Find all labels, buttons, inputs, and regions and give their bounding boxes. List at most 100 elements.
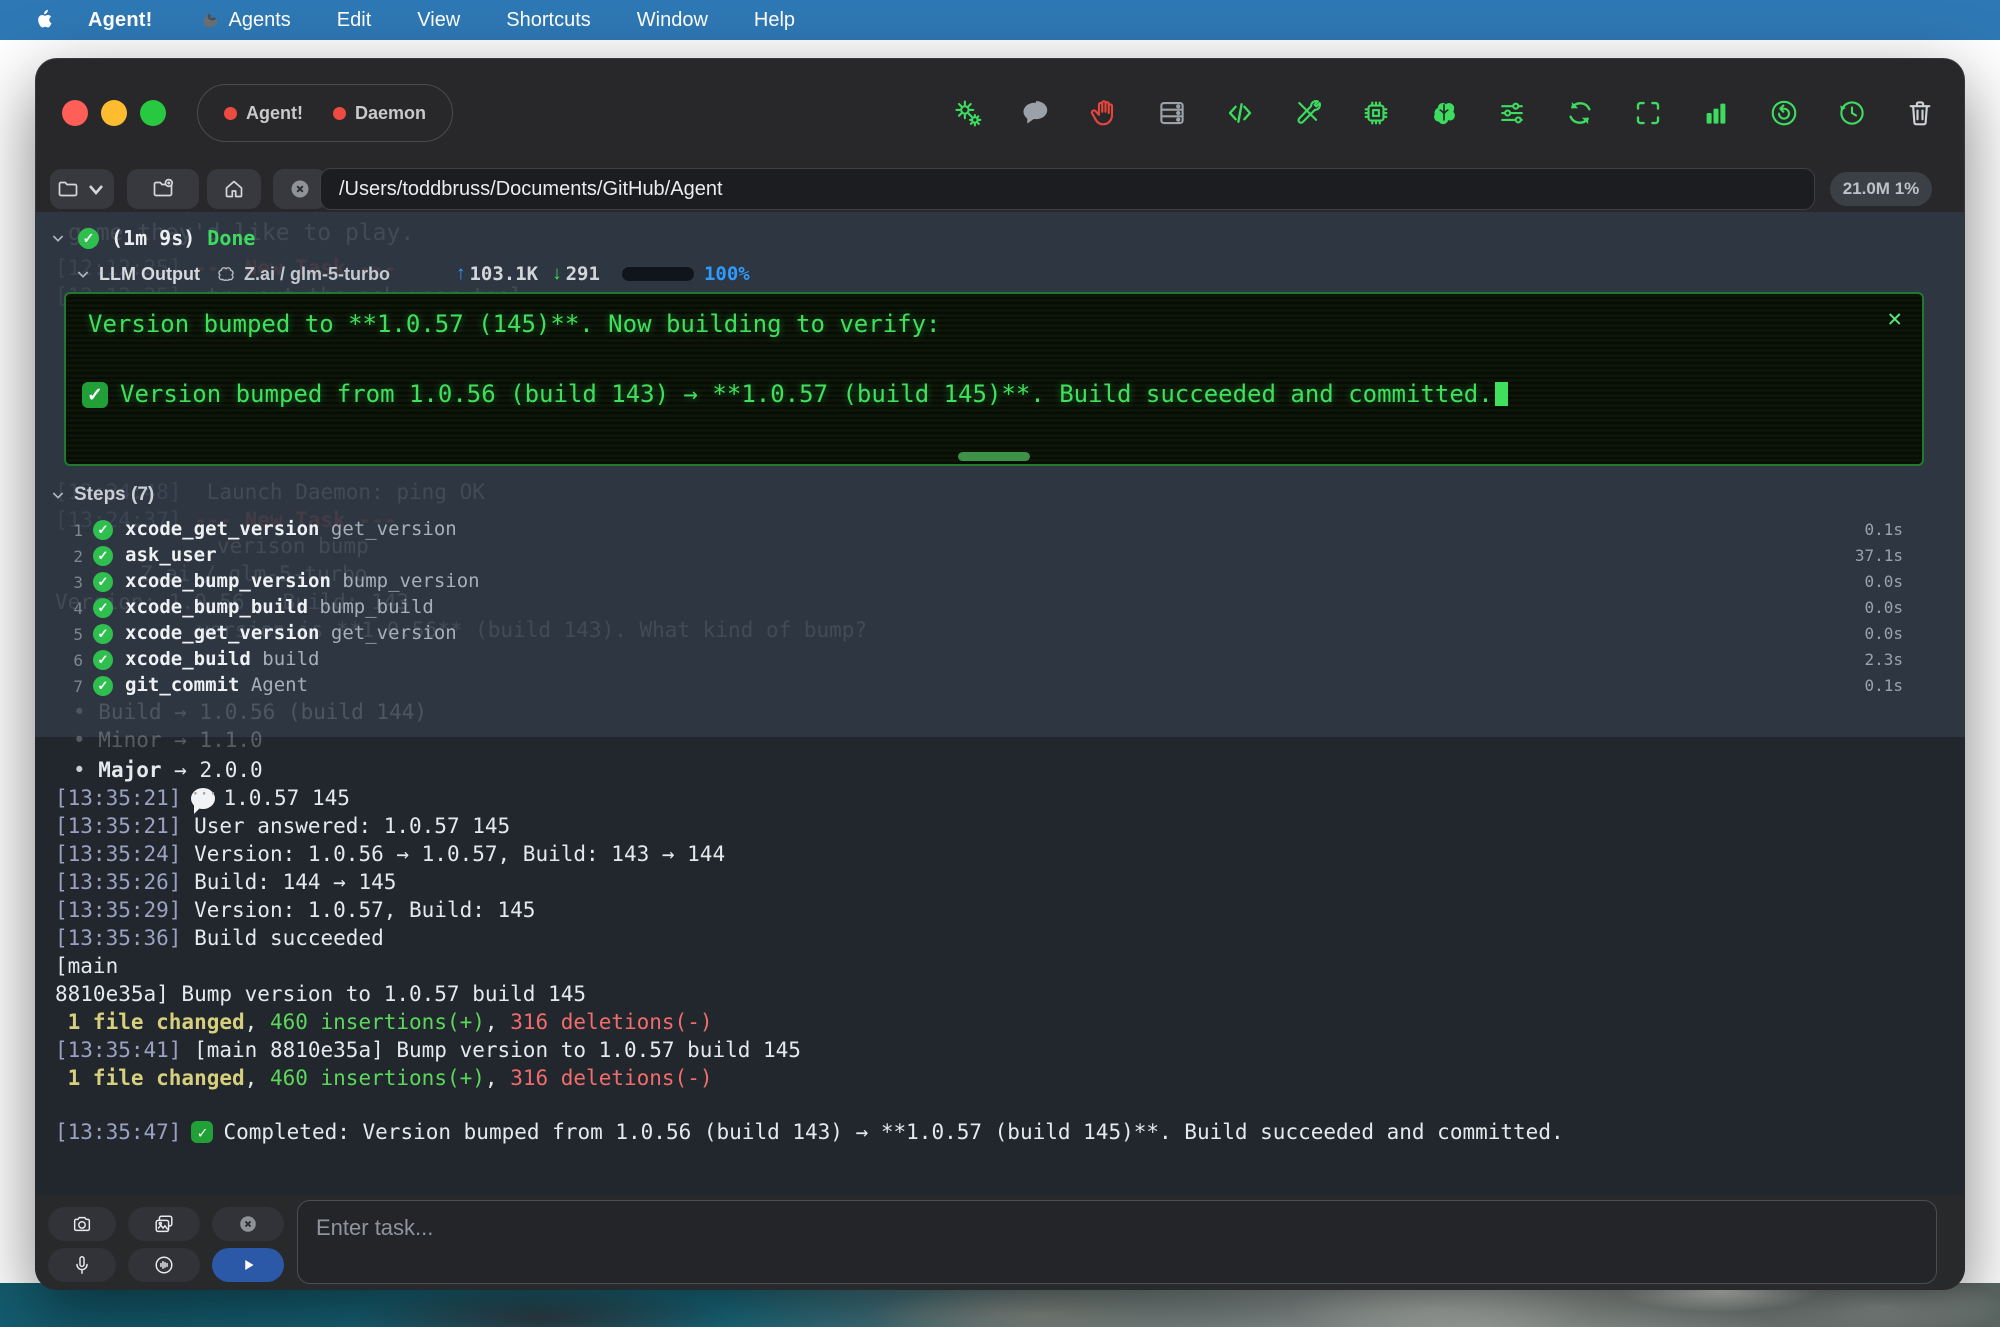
terminal-close-button[interactable]: ✕ xyxy=(1888,304,1902,332)
sliders-icon[interactable] xyxy=(1497,98,1527,128)
task-output-panel[interactable]: game they'd like to play. [12:12:25] ---… xyxy=(35,212,1965,1195)
task-status-row[interactable]: ✓ (1m 9s) Done xyxy=(50,226,255,250)
step-row[interactable]: 1✓ xcode_get_version get_version 0.1s xyxy=(35,518,1965,544)
server-icon[interactable] xyxy=(1157,98,1187,128)
step-row[interactable]: 6✓ xcode_build build 2.3s xyxy=(35,648,1965,674)
chat-bubble-icon[interactable] xyxy=(1021,98,1051,128)
apple-menu-icon[interactable] xyxy=(34,8,58,32)
check-emoji-icon xyxy=(191,1121,213,1143)
voice-waveform-icon xyxy=(153,1254,175,1276)
menu-item-help[interactable]: Help xyxy=(754,9,795,32)
minimize-window-button[interactable] xyxy=(101,100,127,126)
tokens-out-arrow-icon: ↓ xyxy=(552,263,562,285)
chevron-down-icon[interactable] xyxy=(75,266,91,282)
undo-icon[interactable] xyxy=(1769,98,1799,128)
menu-item-window[interactable]: Window xyxy=(637,9,708,32)
terminal-line-2: Version bumped from 1.0.56 (build 143) →… xyxy=(120,380,1508,408)
log-line: 1 file changed, 460 insertions(+), 316 d… xyxy=(55,1010,712,1034)
menu-item-shortcuts[interactable]: Shortcuts xyxy=(506,9,590,32)
terminal-output-box[interactable]: Version bumped to **1.0.57 (145)**. Now … xyxy=(64,292,1924,466)
task-duration: (1m 9s) xyxy=(111,226,195,250)
new-folder-button[interactable] xyxy=(127,169,199,209)
step-row[interactable]: 2✓ ask_user 37.1s xyxy=(35,544,1965,570)
fullscreen-icon[interactable] xyxy=(1633,98,1663,128)
chevron-down-icon[interactable] xyxy=(50,487,66,503)
tab-agent[interactable]: Agent! xyxy=(224,103,303,124)
tab-daemon[interactable]: Daemon xyxy=(333,103,426,124)
step-check-icon: ✓ xyxy=(93,546,113,566)
chevron-down-icon xyxy=(84,177,108,201)
usage-badge: 21.0M 1% xyxy=(1830,172,1932,206)
step-row[interactable]: 7✓ git_commit Agent 0.1s xyxy=(35,674,1965,700)
step-row[interactable]: 5✓ xcode_get_version get_version 0.0s xyxy=(35,622,1965,648)
model-name: Z.ai / glm-5-turbo xyxy=(244,264,390,285)
step-check-icon: ✓ xyxy=(93,624,113,644)
folder-icon xyxy=(56,177,80,201)
close-window-button[interactable] xyxy=(62,100,88,126)
home-button[interactable] xyxy=(207,169,261,209)
step-row[interactable]: 3✓ xcode_bump_version bump_version 0.0s xyxy=(35,570,1965,596)
code-icon[interactable] xyxy=(1225,98,1255,128)
step-check-icon: ✓ xyxy=(93,650,113,670)
ghost-line: • Minor → 1.1.0 xyxy=(73,728,263,752)
app-window: Agent! Daemon xyxy=(35,58,1965,1290)
log-line: [13:35:26] Build: 144 → 145 xyxy=(55,870,396,894)
history-icon[interactable] xyxy=(1837,98,1867,128)
home-icon xyxy=(222,177,246,201)
step-duration: 37.1s xyxy=(1855,546,1903,565)
tokens-in-arrow-icon: ↑ xyxy=(456,263,466,285)
menu-item-view[interactable]: View xyxy=(417,9,460,32)
tools-icon[interactable] xyxy=(1293,98,1323,128)
step-name: xcode_build xyxy=(125,648,251,670)
agent-status-dot xyxy=(224,107,237,120)
gears-icon[interactable] xyxy=(953,98,983,128)
log-line: [13:35:41] [main 8810e35a] Bump version … xyxy=(55,1038,801,1062)
log-line: • Major → 2.0.0 xyxy=(73,758,263,782)
step-check-icon: ✓ xyxy=(93,572,113,592)
menu-item-edit[interactable]: Edit xyxy=(337,9,371,32)
log-line-completed: [13:35:47]Completed: Version bumped from… xyxy=(55,1120,1564,1144)
folder-menu-button[interactable] xyxy=(50,169,114,209)
bar-chart-icon[interactable] xyxy=(1701,98,1731,128)
stop-hand-icon[interactable] xyxy=(1089,98,1119,128)
zoom-window-button[interactable] xyxy=(140,100,166,126)
step-check-icon: ✓ xyxy=(93,520,113,540)
trash-icon[interactable] xyxy=(1905,98,1935,128)
chevron-down-icon[interactable] xyxy=(50,230,66,246)
refresh-icon[interactable] xyxy=(1565,98,1595,128)
clear-path-button[interactable] xyxy=(273,169,327,209)
step-duration: 0.1s xyxy=(1864,520,1903,539)
cpu-icon[interactable] xyxy=(1361,98,1391,128)
log-line: 8810e35a] Bump version to 1.0.57 build 1… xyxy=(55,982,586,1006)
clear-task-button[interactable] xyxy=(212,1207,284,1241)
path-input[interactable] xyxy=(320,168,1815,210)
menu-item-agents[interactable]: Agents xyxy=(199,9,291,32)
step-duration: 0.1s xyxy=(1864,676,1903,695)
photos-button[interactable] xyxy=(128,1207,200,1241)
step-name: xcode_get_version xyxy=(125,518,319,540)
microphone-button[interactable] xyxy=(48,1248,116,1282)
llm-output-row[interactable]: LLM Output Z.ai / glm-5-turbo ↑ 103.1K ↓… xyxy=(75,260,750,288)
steps-header[interactable]: Steps (7) xyxy=(50,484,154,506)
step-check-icon: ✓ xyxy=(93,676,113,696)
llm-output-label: LLM Output xyxy=(99,264,200,285)
model-brain-icon xyxy=(216,264,236,284)
voice-mode-button[interactable] xyxy=(128,1248,200,1282)
log-line: [main xyxy=(55,954,118,978)
task-input[interactable] xyxy=(297,1200,1937,1284)
screenshot-button[interactable] xyxy=(48,1207,116,1241)
step-row[interactable]: 4✓ xcode_bump_build bump_build 0.0s xyxy=(35,596,1965,622)
step-duration: 2.3s xyxy=(1864,650,1903,669)
log-line: [13:35:29] Version: 1.0.57, Build: 145 xyxy=(55,898,535,922)
run-task-button[interactable] xyxy=(212,1248,284,1282)
microphone-icon xyxy=(71,1254,93,1276)
daemon-status-dot xyxy=(333,107,346,120)
menu-app-name[interactable]: Agent! xyxy=(88,9,153,32)
x-circle-icon xyxy=(237,1213,259,1235)
log-line: [13:35:36] Build succeeded xyxy=(55,926,384,950)
task-input-bar xyxy=(35,1195,1965,1290)
step-detail: bump_version xyxy=(331,570,480,592)
camera-icon xyxy=(71,1213,93,1235)
brain-icon[interactable] xyxy=(1429,98,1459,128)
terminal-resize-grip[interactable] xyxy=(958,452,1030,461)
